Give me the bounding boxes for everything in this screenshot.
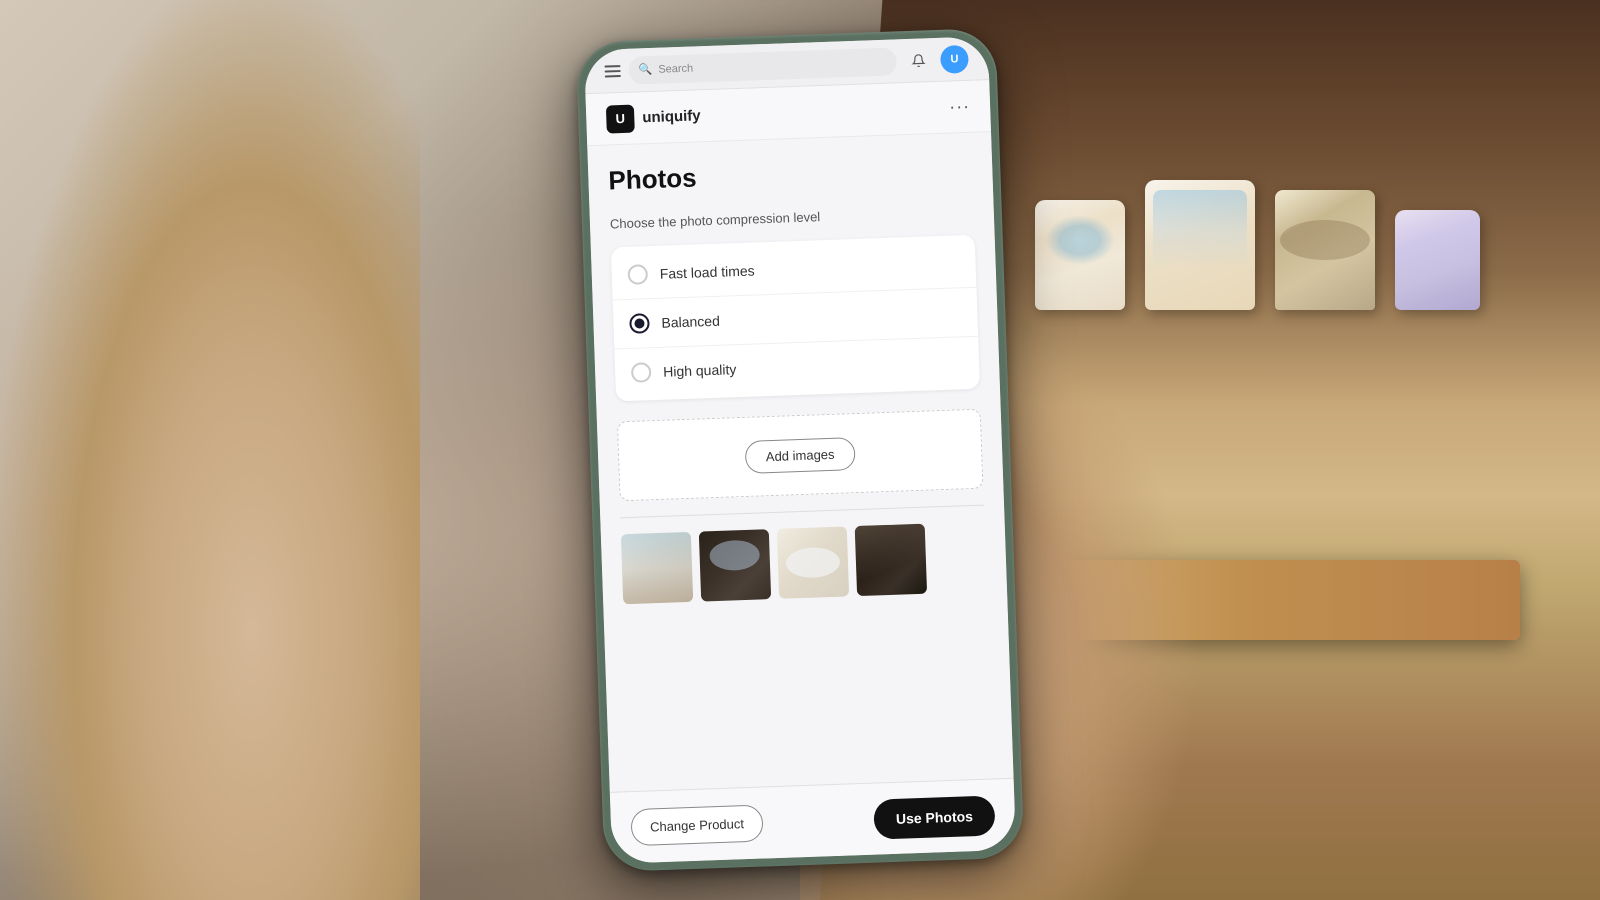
radio-balanced-circle [629,313,650,334]
compression-radio-group: Fast load times Balanced High quality [611,235,980,402]
compression-label: Choose the photo compression level [610,204,974,232]
change-product-button[interactable]: Change Product [630,805,763,847]
search-placeholder-text: Search [658,62,693,75]
thumbnail-3[interactable] [777,526,849,598]
soap-container [1035,180,1480,310]
left-hand-area [0,0,420,900]
page-title: Photos [608,153,973,197]
radio-fast-label: Fast load times [659,262,754,281]
app-content: Photos Choose the photo compression leve… [587,132,1013,792]
radio-balanced-label: Balanced [661,313,720,331]
app-logo-icon: U [606,104,635,133]
soap-bar-2 [1145,180,1255,310]
phone-device: 🔍 Search U [576,28,1025,872]
divider [620,505,984,519]
hamburger-menu-button[interactable] [604,65,620,78]
thumbnail-row [621,522,987,605]
radio-fast-circle [627,264,648,285]
use-photos-button[interactable]: Use Photos [873,795,995,839]
thumbnail-1[interactable] [621,532,693,604]
soap-bar-3 [1275,190,1375,310]
radio-high-label: High quality [663,361,737,380]
search-icon: 🔍 [638,63,652,76]
app-name-label: uniquify [642,107,701,126]
radio-high-circle [631,362,652,383]
image-upload-area[interactable]: Add images [617,409,984,502]
profile-button[interactable]: U [940,44,969,73]
phone-case: 🔍 Search U [576,28,1025,872]
thumbnail-4[interactable] [855,524,927,596]
phone-screen: 🔍 Search U [584,36,1016,864]
scene: 🔍 Search U [0,0,1600,900]
more-options-button[interactable]: ··· [949,96,971,118]
add-images-button[interactable]: Add images [744,437,856,474]
soap-bar-1 [1035,200,1125,310]
profile-initial: U [950,53,958,65]
thumbnail-2[interactable] [699,529,771,601]
soap-bar-4 [1395,210,1480,310]
search-bar[interactable]: 🔍 Search [628,47,897,84]
notification-button[interactable] [904,46,933,75]
app-logo-area: U uniquify [606,102,701,133]
logo-symbol: U [615,111,625,126]
